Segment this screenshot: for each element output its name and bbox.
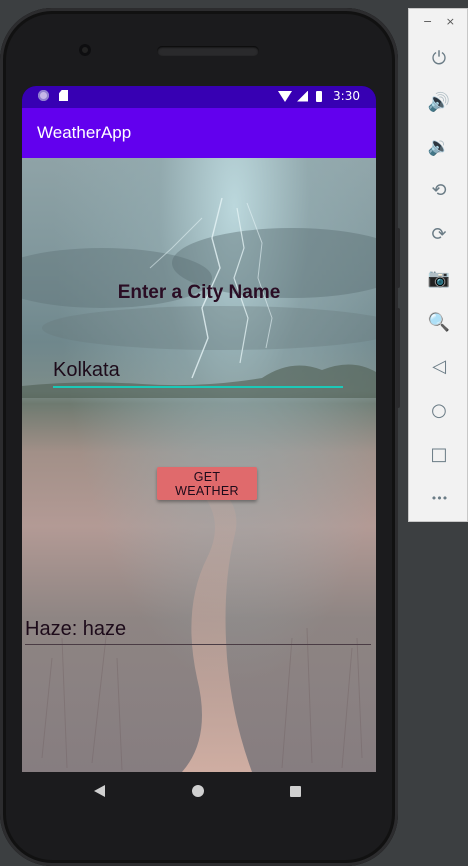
close-button[interactable]: ×: [446, 15, 455, 28]
system-nav-bar: [22, 772, 376, 812]
zoom-icon[interactable]: 🔍: [409, 307, 468, 337]
phone-frame: 3:30 WeatherApp Enter a City Name Kolkat…: [0, 8, 400, 866]
background-storm-image: [22, 197, 376, 772]
status-bar: 3:30: [22, 86, 376, 108]
device-screen: 3:30 WeatherApp Enter a City Name Kolkat…: [22, 86, 376, 772]
circle-notification-icon: [38, 90, 49, 101]
power-icon[interactable]: ⏻: [409, 43, 468, 73]
volume-down-icon[interactable]: 🔉: [409, 131, 468, 161]
camera-icon[interactable]: 📷: [409, 263, 468, 293]
volume-side-button: [396, 308, 400, 408]
city-name-input[interactable]: [53, 356, 343, 388]
app-title: WeatherApp: [37, 123, 132, 142]
battery-icon: [316, 90, 323, 102]
volume-up-icon[interactable]: 🔊: [409, 87, 468, 117]
power-side-button: [396, 228, 400, 288]
front-camera: [79, 44, 91, 56]
emulator-tool-panel: − × ⏻ 🔊 🔉 ⟲ ⟳ 📷 🔍 ◁ ○ □ •••: [408, 8, 468, 522]
weather-result-text: Haze: haze: [25, 618, 371, 645]
earpiece-speaker: [157, 46, 259, 56]
rotate-right-icon[interactable]: ⟳: [409, 219, 468, 249]
minimize-button[interactable]: −: [423, 15, 432, 28]
weather-content: Enter a City Name GET WEATHER Haze: haze: [22, 158, 376, 772]
back-icon[interactable]: ◁: [409, 351, 468, 381]
rotate-left-icon[interactable]: ⟲: [409, 175, 468, 205]
more-icon[interactable]: •••: [409, 483, 468, 513]
nav-home-icon[interactable]: [192, 785, 204, 797]
sd-card-icon: [59, 90, 68, 101]
city-prompt-heading: Enter a City Name: [117, 282, 281, 303]
status-time: 3:30: [333, 89, 360, 103]
nav-recent-icon[interactable]: [290, 786, 301, 797]
signal-icon: [297, 90, 309, 102]
nav-back-icon[interactable]: [94, 785, 105, 797]
home-icon[interactable]: ○: [409, 395, 468, 425]
get-weather-button[interactable]: GET WEATHER: [157, 467, 257, 500]
app-bar: WeatherApp: [22, 108, 376, 158]
overview-icon[interactable]: □: [409, 439, 468, 469]
wifi-icon: [278, 90, 293, 102]
